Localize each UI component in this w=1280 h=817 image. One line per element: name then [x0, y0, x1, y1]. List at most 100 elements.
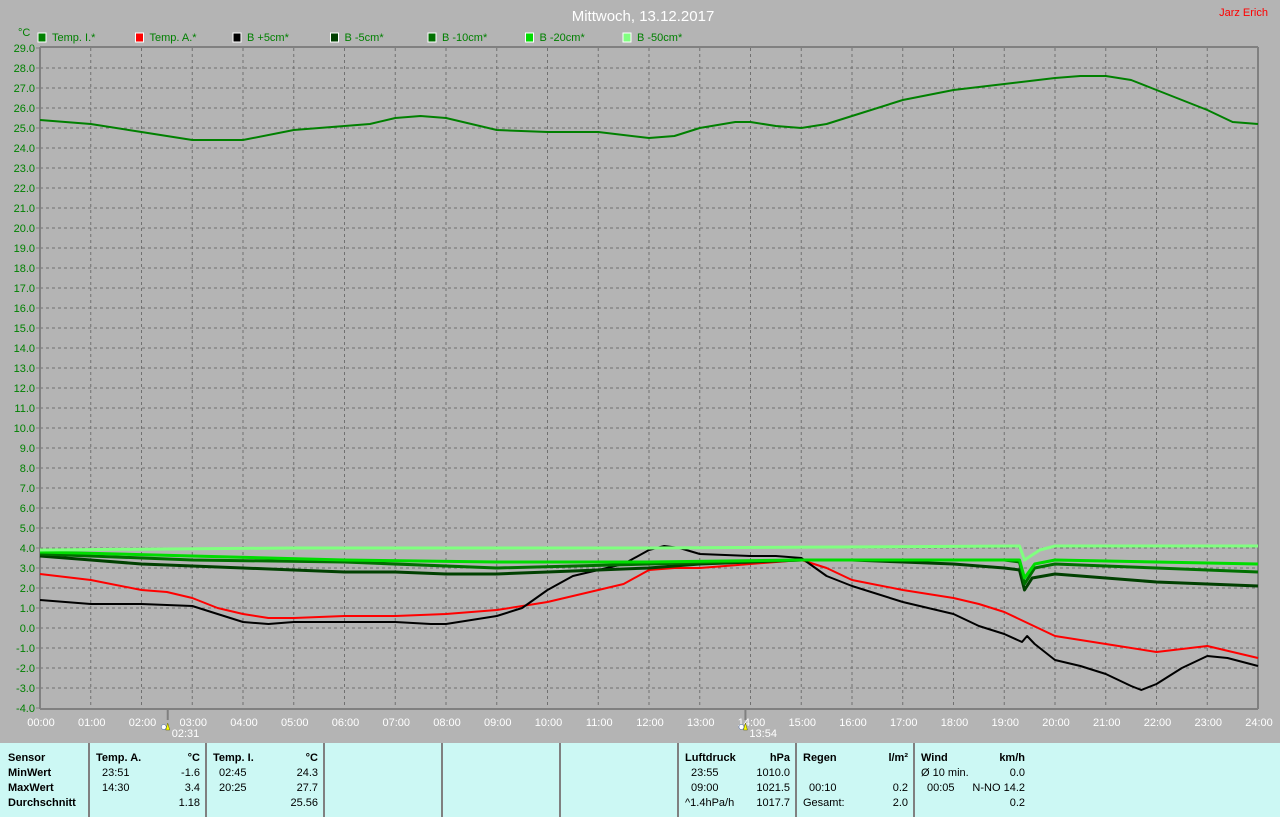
- x-tick-label: 20:00: [1042, 717, 1070, 729]
- min-label: MinWert: [8, 767, 52, 779]
- y-tick-label: -3.0: [16, 683, 35, 695]
- y-tick-label: 29.0: [14, 43, 35, 55]
- y-tick-label: 21.0: [14, 203, 35, 215]
- x-tick-label: 16:00: [839, 717, 867, 729]
- temp-i-header: Temp. I.: [213, 752, 254, 764]
- y-tick-label: 17.0: [14, 283, 35, 295]
- wind-max-time: 00:05: [927, 782, 955, 794]
- y-tick-label: 7.0: [20, 483, 35, 495]
- legend-swatch: [622, 32, 632, 43]
- temp-a-avg: 1.18: [178, 797, 200, 809]
- y-tick-label: 15.0: [14, 323, 35, 335]
- y-tick-label: 25.0: [14, 123, 35, 135]
- y-tick-label: -2.0: [16, 663, 35, 675]
- x-tick-label: 13:00: [687, 717, 715, 729]
- wind-avg: 0.0: [1009, 767, 1025, 779]
- col-wind: Wind km/h Ø 10 min. 0.0 00:05 N-NO 14.2 …: [913, 743, 1025, 817]
- legend-label: B -20cm*: [540, 32, 586, 44]
- rain-unit: l/m²: [888, 752, 908, 764]
- rain-total-label: Gesamt:: [803, 797, 845, 809]
- y-tick-label: 2.0: [20, 583, 35, 595]
- col-empty-2: [441, 743, 443, 817]
- y-tick-label: 10.0: [14, 423, 35, 435]
- y-tick-label: 4.0: [20, 543, 35, 555]
- temp-a-max-time: 14:30: [102, 782, 130, 794]
- legend-swatch: [232, 32, 242, 43]
- y-tick-label: 11.0: [14, 403, 35, 415]
- temp-a-unit: °C: [187, 752, 200, 764]
- rain-total: 2.0: [892, 797, 908, 809]
- pressure-trend: ^1.4hPa/h: [685, 797, 735, 809]
- pressure-header: Luftdruck: [685, 752, 736, 764]
- temp-i-max-time: 20:25: [219, 782, 247, 794]
- pressure-min-time: 23:55: [691, 767, 719, 779]
- temp-i-max: 27.7: [296, 782, 318, 794]
- temp-a-max: 3.4: [184, 782, 200, 794]
- y-tick-label: -4.0: [16, 703, 35, 715]
- x-tick-label: 24:00: [1245, 717, 1273, 729]
- temp-i-unit: °C: [305, 752, 318, 764]
- x-tick-label: 05:00: [281, 717, 309, 729]
- y-tick-label: -1.0: [16, 643, 35, 655]
- temp-i-min: 24.3: [296, 767, 318, 779]
- y-tick-label: 18.0: [14, 263, 35, 275]
- annotation-label: 02:31: [172, 728, 200, 740]
- pressure-unit: hPa: [769, 752, 790, 764]
- y-axis-unit: °C: [18, 27, 30, 39]
- summary-table: Sensor MinWert MaxWert Durchschnitt Temp…: [0, 743, 1280, 817]
- wind-header: Wind: [921, 752, 948, 764]
- y-tick-label: 26.0: [14, 103, 35, 115]
- rain-header: Regen: [803, 752, 837, 764]
- x-tick-label: 07:00: [382, 717, 410, 729]
- col-pressure: Luftdruck hPa 23:55 1010.0 09:00 1021.5 …: [677, 743, 790, 817]
- x-tick-label: 17:00: [890, 717, 918, 729]
- x-tick-label: 23:00: [1194, 717, 1222, 729]
- legend-label: B -10cm*: [442, 32, 488, 44]
- annotation-label: 13:54: [749, 728, 777, 740]
- y-tick-label: 19.0: [14, 243, 35, 255]
- y-tick-label: 27.0: [14, 83, 35, 95]
- x-tick-label: 21:00: [1093, 717, 1121, 729]
- x-tick-label: 09:00: [484, 717, 512, 729]
- col-empty-1: [323, 743, 325, 817]
- max-label: MaxWert: [8, 782, 54, 794]
- legend: Temp. I.* Temp. A.* B +5cm* B -5cm* B -10cm*…: [37, 32, 683, 44]
- legend-label: Temp. A.*: [150, 32, 198, 44]
- y-tick-label: 5.0: [20, 523, 35, 535]
- rain-max-time: 00:10: [809, 782, 837, 794]
- wind-mean: 0.2: [1009, 797, 1025, 809]
- sun-icon-dot: [738, 724, 745, 730]
- x-tick-label: 18:00: [941, 717, 969, 729]
- y-tick-label: 0.0: [20, 623, 35, 635]
- x-tick-label: 08:00: [433, 717, 461, 729]
- y-tick-label: 22.0: [14, 183, 35, 195]
- wind-avg-label: Ø 10 min.: [921, 767, 969, 779]
- temp-a-min-time: 23:51: [102, 767, 130, 779]
- y-tick-label: 13.0: [14, 363, 35, 375]
- temperature-chart: Mittwoch, 13.12.2017 Jarz Erich °C 29.02…: [14, 7, 1273, 740]
- x-tick-label: 01:00: [78, 717, 106, 729]
- x-tick-label: 15:00: [788, 717, 816, 729]
- y-tick-label: 24.0: [14, 143, 35, 155]
- x-tick-label: 06:00: [332, 717, 360, 729]
- x-tick-label: 11:00: [586, 717, 613, 729]
- col-rain: Regen l/m² 00:10 0.2 Gesamt: 2.0: [795, 743, 908, 817]
- axes: 29.0 28.0 27.0 26.0 25.0 24.0 23.0 22.0 21.0 20.0…: [14, 43, 1273, 729]
- temp-a-min: -1.6: [181, 767, 200, 779]
- x-tick-label: 12:00: [636, 717, 664, 729]
- y-tick-label: 16.0: [14, 303, 35, 315]
- wind-max: N-NO 14.2: [972, 782, 1025, 794]
- legend-swatch: [330, 32, 339, 43]
- sensor-header: Sensor: [8, 752, 46, 764]
- x-tick-label: 00:00: [27, 717, 55, 729]
- legend-label: Temp. I.*: [52, 32, 96, 44]
- legend-label: B +5cm*: [247, 32, 290, 44]
- col-empty-3: [559, 743, 561, 817]
- y-tick-label: 1.0: [20, 603, 35, 615]
- legend-swatch: [135, 32, 144, 43]
- chart-title: Mittwoch, 13.12.2017: [572, 8, 715, 25]
- pressure-max-time: 09:00: [691, 782, 719, 794]
- pressure-max: 1021.5: [756, 782, 790, 794]
- legend-label: B -50cm*: [637, 32, 683, 44]
- y-tick-label: 14.0: [14, 343, 35, 355]
